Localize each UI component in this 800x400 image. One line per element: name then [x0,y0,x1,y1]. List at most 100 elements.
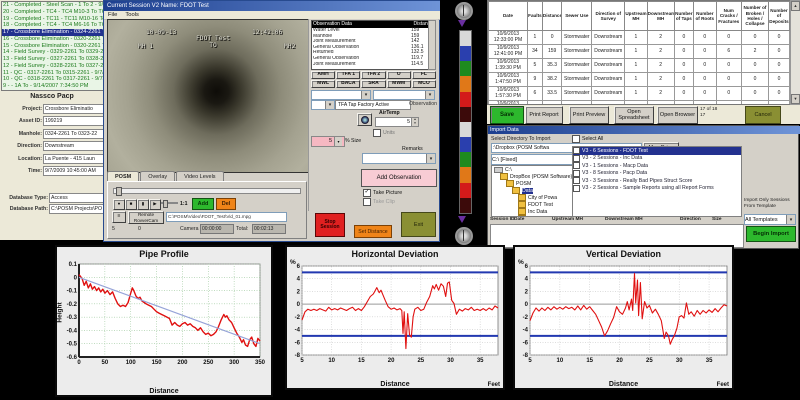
column-header[interactable]: Num Cracks / Fractures [716,2,741,31]
survey-list-item[interactable]: 18 - Completed - TC4 - TC4 M6-16 To TC [2,22,104,29]
code-combo-2[interactable]: ▾ [373,90,435,100]
column-header[interactable]: Upstream MH [625,2,647,31]
size-field[interactable]: 5 ▾ [311,136,345,147]
video-path-field[interactable]: C:\POSM\Video\FDOT_Test\Vid_01.mpg [166,212,287,222]
tab-overlay[interactable]: Overlay [140,171,175,181]
take-picture-checkbox[interactable]: ✓Take Picture [363,189,402,197]
session-item[interactable]: V3 - 8 Sessions - Pacp Data [573,170,741,178]
session-item[interactable]: V3 - 2 Sessions - Inc Data [573,155,741,163]
results-scrollbar[interactable]: ▲ ▼ [790,0,800,105]
observation-row[interactable]: Joint Measurement114.5 [312,62,433,68]
table-row[interactable]: 10/9/2013 12:33:00 PM10StormwaterDownstr… [489,31,790,45]
add-button[interactable]: Add [192,198,214,210]
code-button-mwl[interactable]: MWL [311,80,335,88]
survey-list-item[interactable]: 11 - QC - 0317-2261 To 0315-2261 - 9/7/2… [2,70,104,77]
survey-list-item[interactable]: 17 - Crossbore Elimination - 0324-2261 T [2,29,104,36]
survey-list-item[interactable]: 14 - Field Survey - 0329-2261 To 0329-22 [2,49,104,56]
scroll-up-icon[interactable]: ▲ [791,1,800,11]
session-checkbox[interactable] [573,177,580,184]
session-checkbox[interactable] [573,170,580,177]
print-preview-button[interactable]: Print Preview [569,106,609,124]
spinner-arrows-icon[interactable]: ▴▾ [411,118,418,126]
survey-list-item[interactable]: 16 - Crossbore Elimination - 0320-2261 T [2,36,104,43]
survey-list-item[interactable]: 20 - Completed - TC4 - TC4 M10-3 To TC [2,9,104,16]
video-window-titlebar[interactable]: Current Session V2 Name: FDOT Test [104,1,442,11]
session-checkbox[interactable] [573,162,580,169]
column-header[interactable]: Faults [527,2,542,31]
code-button-amh[interactable]: AMH [311,71,335,79]
code-button-baca[interactable]: BACA [336,80,360,88]
airtemp-spinner[interactable]: 5 ▴▾ [375,117,419,127]
column-header[interactable]: Direction of Survey [592,2,625,31]
knob-top-icon[interactable] [455,2,473,20]
session-item[interactable]: V3 - 1 Sessions - Macp Data [573,162,741,170]
set-distance-button[interactable]: Set Distance [354,225,392,238]
menu-item-tools[interactable]: Tools [125,12,139,18]
code-button-mco[interactable]: MCO [412,80,436,88]
open-spreadsheet-button[interactable]: Open Spreadsheet [614,106,654,124]
column-header[interactable]: Number of Roots [694,2,716,31]
survey-list-item[interactable]: 10 - QC - 0318-2261 To 0317-2261 - 9/7/2 [2,76,104,83]
tfa-combo[interactable]: ▾ [311,100,335,110]
table-row[interactable]: 10/9/2013 2:07:30 PM435.4StormwaterDowns… [489,101,790,106]
seek-slider-thumb[interactable] [116,187,122,196]
seek-slider[interactable] [113,188,301,194]
template-select[interactable]: All Templates▾ [744,214,796,225]
column-header[interactable]: Date [489,2,528,31]
remote-rovvercam-button[interactable]: Remote RovverCam [128,211,164,224]
open-browser-button[interactable]: Open Browser [657,106,698,124]
table-row[interactable]: 10/9/2013 12:41:00 PM34159StormwaterDown… [489,45,790,59]
observation-list-scrollbar[interactable] [428,20,436,70]
print-report-button[interactable]: Print Report [525,106,563,124]
save-button[interactable]: Save [490,106,524,124]
survey-list-item[interactable]: 13 - Field Survey - 0327-2261 To 0328-22 [2,56,104,63]
session-checkbox[interactable] [573,185,580,192]
survey-list-item[interactable]: 15 - Crossbore Elimination - 0320-2261 T [2,43,104,50]
session-item[interactable]: V3 - 6 Sessions - FDOT Test [573,147,741,155]
session-item[interactable]: V3 - 3 Sessions - Really Bad Pipes Struc… [573,177,741,185]
play-button[interactable]: ▶ [149,199,161,210]
column-header[interactable]: Number of Taps [674,2,693,31]
column-header[interactable]: Downstream MH [647,2,674,31]
scroll-down-icon[interactable]: ▼ [791,94,800,104]
code-combo-1[interactable]: ▾ [311,90,371,100]
column-header[interactable]: Sewer Use [562,2,592,31]
survey-list-item[interactable]: 12 - Field Survey - 0328-2261 To 0327-22 [2,63,104,70]
stop-button[interactable]: ■ [125,199,137,210]
menu-item-file[interactable]: File [108,12,117,18]
code-button-tfa2[interactable]: TFA 2 [361,71,385,79]
survey-list-item[interactable]: 9 - - 1A To - 9/14/2007 7:34:50 PM [2,83,104,90]
record-button[interactable]: ● [113,199,125,210]
speed-slider-thumb[interactable] [163,200,168,208]
snapshot-button[interactable] [357,113,372,126]
begin-import-button[interactable]: Begin Import [746,226,796,242]
del-button[interactable]: Del [216,198,236,210]
cancel-button[interactable]: Cancel [745,106,781,124]
session-checkbox[interactable] [573,147,580,154]
observation-list[interactable]: Observation Data Distance Water Level159… [311,20,434,70]
knob-bottom-icon[interactable] [455,227,473,245]
sessions-list[interactable]: V3 - 6 Sessions - FDOT TestV3 - 2 Sessio… [572,146,742,217]
code-button-tfa1[interactable]: TFA 1 [336,71,360,79]
table-row[interactable]: 10/9/2013 1:47:50 PM938.2StormwaterDowns… [489,73,790,87]
take-clip-checkbox[interactable]: Take Clip [363,198,395,206]
survey-list-item[interactable]: 19 - Completed - TC11 - TC11 M10-16 To [2,16,104,23]
column-header[interactable]: Number of Broken / Holes / Collapse [741,2,768,31]
stop-session-button[interactable]: Stop Session [315,213,345,237]
tab-video-levels[interactable]: Video Levels [176,171,223,181]
exit-button[interactable]: Exit [401,212,436,237]
session-item[interactable]: V3 - 2 Sessions - Sample Reports using a… [573,185,741,193]
session-checkbox[interactable] [573,155,580,162]
table-row[interactable]: 10/9/2013 1:57:30 PM633.5StormwaterDowns… [489,87,790,101]
tab-posm[interactable]: POSM [107,171,139,181]
code-button-o[interactable]: O [387,71,411,79]
select-all-checkbox[interactable]: Select All [572,135,603,143]
import-window-titlebar[interactable]: Import Data [488,126,800,134]
add-observation-button[interactable]: Add Observation [361,169,437,187]
table-row[interactable]: 10/9/2013 1:39:30 PM535.3StormwaterDowns… [489,59,790,73]
tfa-description-field[interactable]: TFA Tap Factory Active [335,100,411,110]
survey-list-item[interactable]: 21 - Completed - Steel Scan - 1 To 2 - 9… [2,2,104,9]
remarks-combo[interactable]: ▾ [362,153,436,164]
column-header[interactable]: Number of Deposits [768,2,789,31]
code-button-mwm[interactable]: MWM [387,80,411,88]
